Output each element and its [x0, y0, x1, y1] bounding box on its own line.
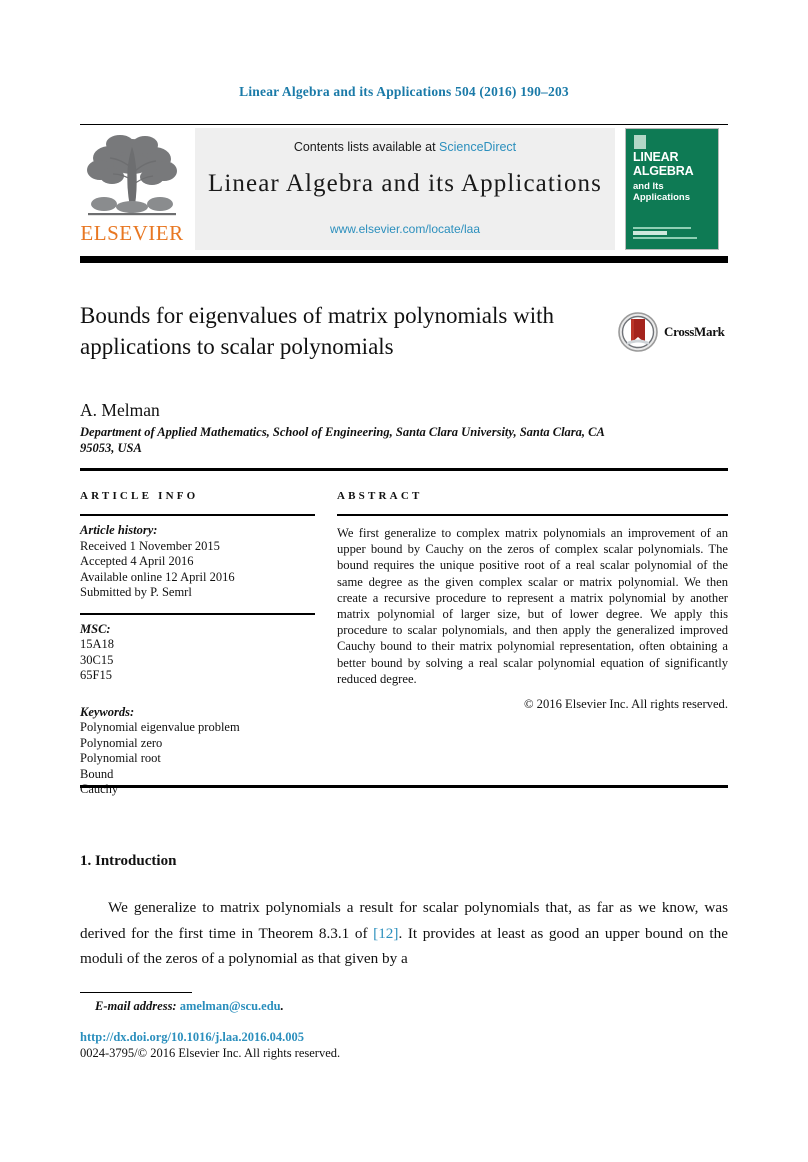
keyword-0: Polynomial eigenvalue problem — [80, 720, 240, 734]
keywords-label: Keywords: — [80, 704, 135, 719]
cover-footer-lines — [633, 227, 713, 245]
journal-title: Linear Algebra and its Applications — [208, 170, 602, 197]
msc-code-0: 15A18 — [80, 637, 115, 651]
contents-available-line: Contents lists available at ScienceDirec… — [195, 140, 615, 154]
sciencedirect-link[interactable]: ScienceDirect — [439, 140, 516, 154]
journal-cover-thumbnail: LINEAR ALGEBRA and Its Applications — [625, 128, 719, 250]
history-item-received: Received 1 November 2015 — [80, 538, 220, 553]
history-item-available-online: Available online 12 April 2016 — [80, 569, 235, 584]
running-head: Linear Algebra and its Applications 504 … — [239, 84, 569, 99]
journal-url-link[interactable]: www.elsevier.com/locate/laa — [195, 222, 615, 236]
elsevier-tree-icon — [87, 135, 177, 216]
msc-divider — [80, 612, 315, 615]
doi-link[interactable]: http://dx.doi.org/10.1016/j.laa.2016.04.… — [80, 1030, 304, 1045]
crossmark-badge-group[interactable]: CrossMark — [618, 312, 728, 354]
article-info-divider — [80, 514, 315, 516]
keyword-3: Bound — [80, 766, 114, 781]
history-item-accepted: Accepted 4 April 2016 — [80, 554, 194, 568]
keyword-1: Polynomial zero — [80, 735, 163, 750]
keywords-group: Keywords: Polynomial eigenvalue problem … — [80, 705, 315, 798]
abstract-divider — [337, 514, 728, 516]
email-label: E-mail address: — [95, 999, 177, 1013]
history-item-submitted-by: Submitted by P. Semrl — [80, 585, 192, 599]
msc-group: MSC: 15A18 30C15 65F15 — [80, 622, 315, 684]
msc-code-1: 30C15 — [80, 652, 114, 667]
abstract-text: We first generalize to complex matrix po… — [337, 526, 728, 686]
email-link[interactable]: amelman@scu.edu — [180, 999, 281, 1013]
issn-copyright-line: 0024-3795/© 2016 Elsevier Inc. All right… — [80, 1046, 341, 1060]
cover-title-text: LINEAR ALGEBRA — [633, 150, 694, 178]
crossmark-label: CrossMark — [664, 324, 725, 339]
article-history-group: Article history: Received 1 November 201… — [80, 523, 315, 601]
cover-publisher-icon — [634, 135, 646, 149]
citation-link-12[interactable]: [12] — [373, 925, 398, 942]
article-info-heading: ARTICLE INFO — [80, 490, 199, 502]
article-history-label: Article history: — [80, 523, 158, 537]
msc-code-2: 65F15 — [80, 668, 112, 682]
page-title: Bounds for eigenvalues of matrix polynom… — [80, 303, 554, 359]
cover-subtitle-text: and Its Applications — [633, 181, 691, 203]
introduction-paragraph: We generalize to matrix polynomials a re… — [80, 895, 728, 972]
abstract-column: ABSTRACT We first generalize to complex … — [337, 490, 728, 712]
crossmark-icon — [618, 312, 658, 352]
section-heading-introduction: 1. Introduction — [80, 853, 177, 869]
masthead-center: Contents lists available at ScienceDirec… — [195, 128, 615, 250]
abstract-block-top-rule — [80, 468, 728, 471]
abstract-copyright: © 2016 Elsevier Inc. All rights reserved… — [523, 697, 728, 712]
msc-label: MSC: — [80, 621, 111, 636]
contents-prefix-text: Contents lists available at — [293, 140, 440, 154]
author-name: A. Melman — [80, 400, 160, 420]
email-suffix: . — [280, 999, 284, 1013]
abstract-heading: ABSTRACT — [337, 490, 423, 502]
masthead-top-rule — [80, 124, 728, 125]
elsevier-wordmark: ELSEVIER — [80, 221, 184, 245]
abstract-block-bottom-rule — [80, 785, 728, 788]
keyword-2: Polynomial root — [80, 751, 161, 765]
journal-masthead: ELSEVIER Contents lists available at Sci… — [80, 128, 728, 250]
elsevier-logo: ELSEVIER — [80, 128, 184, 250]
article-info-column: ARTICLE INFO Article history: Received 1… — [80, 490, 315, 798]
footnote-email: E-mail address: amelman@scu.edu. — [95, 999, 284, 1014]
masthead-bottom-rule — [80, 256, 728, 263]
paper-page: Linear Algebra and its Applications 504 … — [0, 0, 808, 1162]
footnote-rule — [80, 992, 192, 993]
author-affiliation: Department of Applied Mathematics, Schoo… — [80, 425, 605, 455]
